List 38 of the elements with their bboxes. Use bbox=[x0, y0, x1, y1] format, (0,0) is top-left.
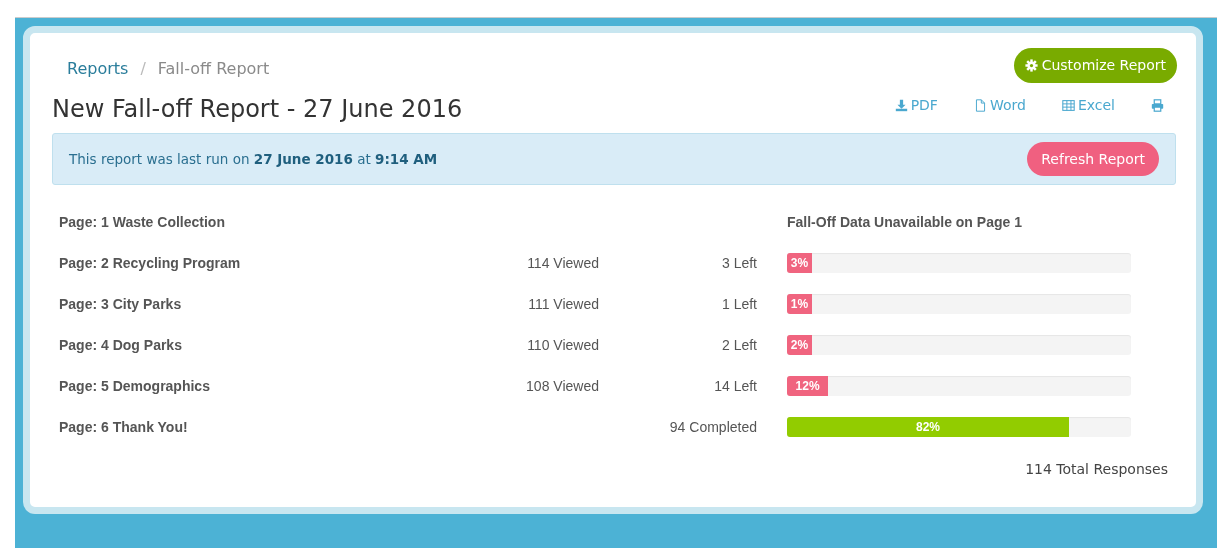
notice-text: This report was last run on 27 June 2016 at 9:14 AM bbox=[69, 151, 438, 167]
page-name: Page: 1 Waste Collection bbox=[59, 213, 226, 230]
breadcrumb-link[interactable]: Reports bbox=[67, 58, 129, 78]
page-name: Page: 3 City Parks bbox=[59, 295, 183, 312]
progress-fill: 3% bbox=[787, 252, 812, 273]
page-name: Page: 4 Dog Parks bbox=[59, 336, 183, 353]
breadcrumb-separator: / bbox=[140, 58, 146, 78]
completed-count: 94 Completed bbox=[668, 418, 758, 435]
viewed-count: 110 Viewed bbox=[526, 336, 599, 353]
left-count: 14 Left bbox=[713, 377, 758, 394]
export-link[interactable]: Word bbox=[973, 97, 1026, 113]
viewed-count: 114 Viewed bbox=[526, 254, 599, 271]
progress-fill: 12% bbox=[787, 375, 829, 396]
left-count: 3 Left bbox=[720, 254, 758, 271]
refresh-report-button[interactable]: Refresh Report bbox=[1027, 142, 1159, 176]
total-responses: 114 Total Responses bbox=[1025, 461, 1168, 477]
export-link[interactable]: PDF bbox=[894, 97, 938, 113]
viewed-count: 108 Viewed bbox=[525, 377, 599, 394]
progress-fill: 82% bbox=[787, 416, 1070, 437]
left-count: 1 Left bbox=[720, 295, 758, 312]
progress-fill: 1% bbox=[787, 293, 812, 314]
print-icon bbox=[1151, 98, 1164, 112]
document-icon bbox=[973, 98, 987, 112]
print-button[interactable] bbox=[1151, 97, 1164, 113]
viewed-count: 111 Viewed bbox=[527, 295, 599, 312]
page-name: Page: 2 Recycling Program bbox=[59, 254, 242, 271]
customize-report-button[interactable]: Customize Report bbox=[1013, 47, 1177, 83]
progress-fill: 2% bbox=[787, 334, 812, 355]
download-icon bbox=[894, 98, 908, 112]
page-name: Page: 5 Demographics bbox=[59, 377, 211, 394]
gear-icon bbox=[1024, 58, 1038, 72]
page-name: Page: 6 Thank You! bbox=[59, 418, 189, 435]
export-link[interactable]: Excel bbox=[1061, 97, 1115, 113]
report-title: New Fall-off Report - 27 June 2016 bbox=[52, 94, 463, 123]
breadcrumb-current: Fall-off Report bbox=[157, 58, 270, 78]
table-icon bbox=[1061, 98, 1075, 112]
unavailable-note: Fall-Off Data Unavailable on Page 1 bbox=[787, 213, 1023, 230]
left-count: 2 Left bbox=[720, 336, 758, 353]
